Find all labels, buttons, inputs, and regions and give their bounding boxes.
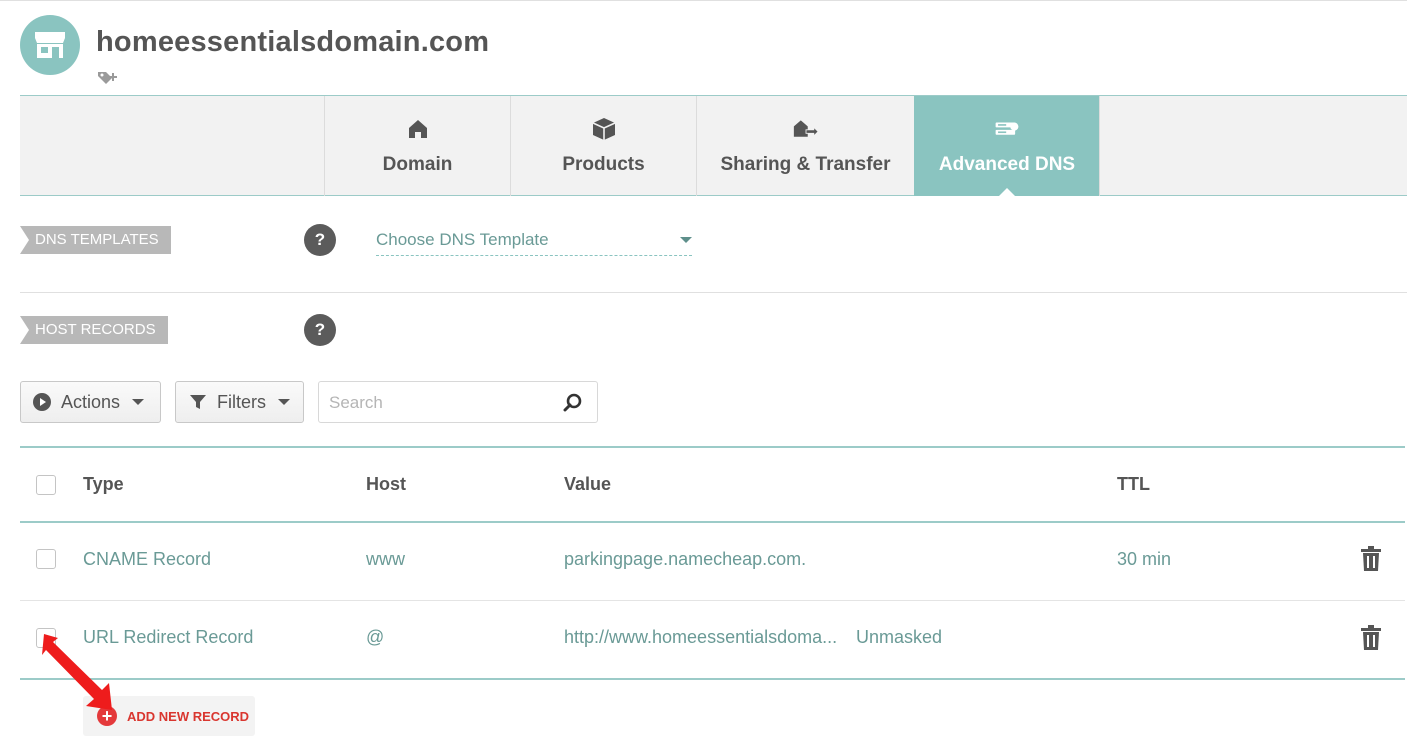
dns-template-select-value: Choose DNS Template <box>376 230 549 249</box>
annotation-arrow-icon <box>42 634 112 710</box>
box-icon <box>591 116 617 142</box>
table-top-border <box>20 446 1405 448</box>
domain-avatar <box>20 15 80 75</box>
row-divider <box>20 600 1405 601</box>
filters-button-label: Filters <box>217 391 266 412</box>
record-redirect-mode[interactable]: Unmasked <box>856 627 942 648</box>
tab-advanced-dns-label: Advanced DNS <box>938 154 1076 175</box>
actions-button[interactable]: Actions <box>20 381 161 423</box>
top-rule <box>0 0 1407 1</box>
server-icon <box>994 116 1020 142</box>
tab-products-label: Products <box>562 154 645 175</box>
search-input[interactable] <box>329 392 549 414</box>
table-bottom-border <box>20 678 1405 680</box>
column-header-value[interactable]: Value <box>564 474 611 495</box>
actions-button-label: Actions <box>61 391 121 412</box>
record-type[interactable]: CNAME Record <box>83 549 211 570</box>
chevron-down-icon <box>680 237 692 243</box>
dns-template-select[interactable]: Choose DNS Template <box>376 228 692 256</box>
tab-sharing-transfer-label: Sharing & Transfer <box>720 154 891 175</box>
trash-icon[interactable] <box>1360 625 1382 651</box>
search-icon[interactable] <box>563 393 583 413</box>
tab-products[interactable]: Products <box>510 96 696 196</box>
host-records-help-icon[interactable]: ? <box>304 314 336 346</box>
column-header-ttl[interactable]: TTL <box>1117 474 1150 495</box>
storefront-icon <box>35 32 65 58</box>
record-host[interactable]: @ <box>366 627 384 648</box>
record-host[interactable]: www <box>366 549 405 570</box>
select-all-checkbox[interactable] <box>36 475 56 495</box>
filters-button[interactable]: Filters <box>175 381 304 423</box>
add-new-record-label: ADD NEW RECORD <box>127 708 250 724</box>
play-circle-icon <box>33 393 51 411</box>
filter-icon <box>190 395 206 409</box>
trash-icon[interactable] <box>1360 546 1382 572</box>
tab-domain[interactable]: Domain <box>324 96 510 196</box>
record-ttl[interactable]: 30 min <box>1117 549 1171 570</box>
search-box <box>318 381 598 423</box>
house-icon <box>405 116 431 142</box>
column-header-host[interactable]: Host <box>366 474 406 495</box>
tab-divider <box>1099 96 1100 196</box>
record-value[interactable]: parkingpage.namecheap.com. <box>564 549 806 570</box>
domain-title: homeessentialsdomain.com <box>96 26 490 58</box>
section-divider <box>20 292 1407 293</box>
table-header-border <box>20 521 1405 523</box>
tab-advanced-dns[interactable]: Advanced DNS <box>914 96 1100 197</box>
tab-sharing-transfer[interactable]: Sharing & Transfer <box>696 96 914 196</box>
column-header-type[interactable]: Type <box>83 474 124 495</box>
row-checkbox[interactable] <box>36 549 56 569</box>
record-value[interactable]: http://www.homeessentialsdoma... <box>564 627 837 648</box>
chevron-down-icon <box>132 399 145 405</box>
add-tag-icon[interactable] <box>97 69 119 87</box>
dns-templates-help-icon[interactable]: ? <box>304 224 336 256</box>
tab-domain-label: Domain <box>382 154 453 175</box>
tab-bar: Domain Products Sharing & Transfer Advan… <box>20 95 1407 197</box>
dns-templates-label: DNS TEMPLATES <box>20 226 171 254</box>
host-records-label: HOST RECORDS <box>20 316 168 344</box>
chevron-down-icon <box>278 399 290 405</box>
house-transfer-icon <box>793 116 819 142</box>
